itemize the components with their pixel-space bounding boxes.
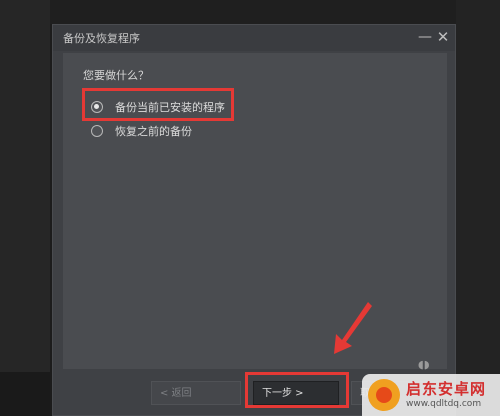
option-backup-installed[interactable]: 备份当前已安装的程序 (91, 97, 225, 117)
prompt-text: 您要做什么？ (83, 69, 149, 82)
dialog-title: 备份及恢复程序 (63, 32, 140, 45)
dialog-titlebar: 备份及恢复程序 — ✕ (53, 25, 455, 51)
back-button[interactable]: < 返回 (151, 381, 241, 405)
logo-badge: 启东安卓网 www.qdltdq.com (362, 374, 500, 416)
option-restore-previous[interactable]: 恢复之前的备份 (91, 121, 192, 141)
backup-restore-dialog: 备份及恢复程序 — ✕ 您要做什么？ 备份当前已安装的程序 恢复之前的备份 < … (52, 24, 456, 416)
next-button[interactable]: 下一步 > (253, 381, 339, 405)
background-left (0, 0, 50, 416)
logo-text: 启东安卓网 (406, 380, 487, 398)
radio-selected-icon[interactable] (91, 101, 103, 113)
minimize-icon[interactable]: — (417, 28, 433, 46)
logo-url: www.qdltdq.com (406, 399, 482, 409)
option-restore-label: 恢复之前的备份 (115, 125, 192, 138)
logo-icon (368, 379, 400, 411)
dialog-content: 您要做什么？ 备份当前已安装的程序 恢复之前的备份 (63, 53, 447, 369)
background-left-bottom (0, 372, 50, 416)
close-icon[interactable]: ✕ (435, 28, 451, 46)
radio-unselected-icon[interactable] (91, 125, 103, 137)
watermark-icon: ◖◗ (418, 358, 430, 371)
background-right (456, 0, 500, 416)
option-backup-label: 备份当前已安装的程序 (115, 101, 225, 114)
background-top (50, 0, 456, 24)
